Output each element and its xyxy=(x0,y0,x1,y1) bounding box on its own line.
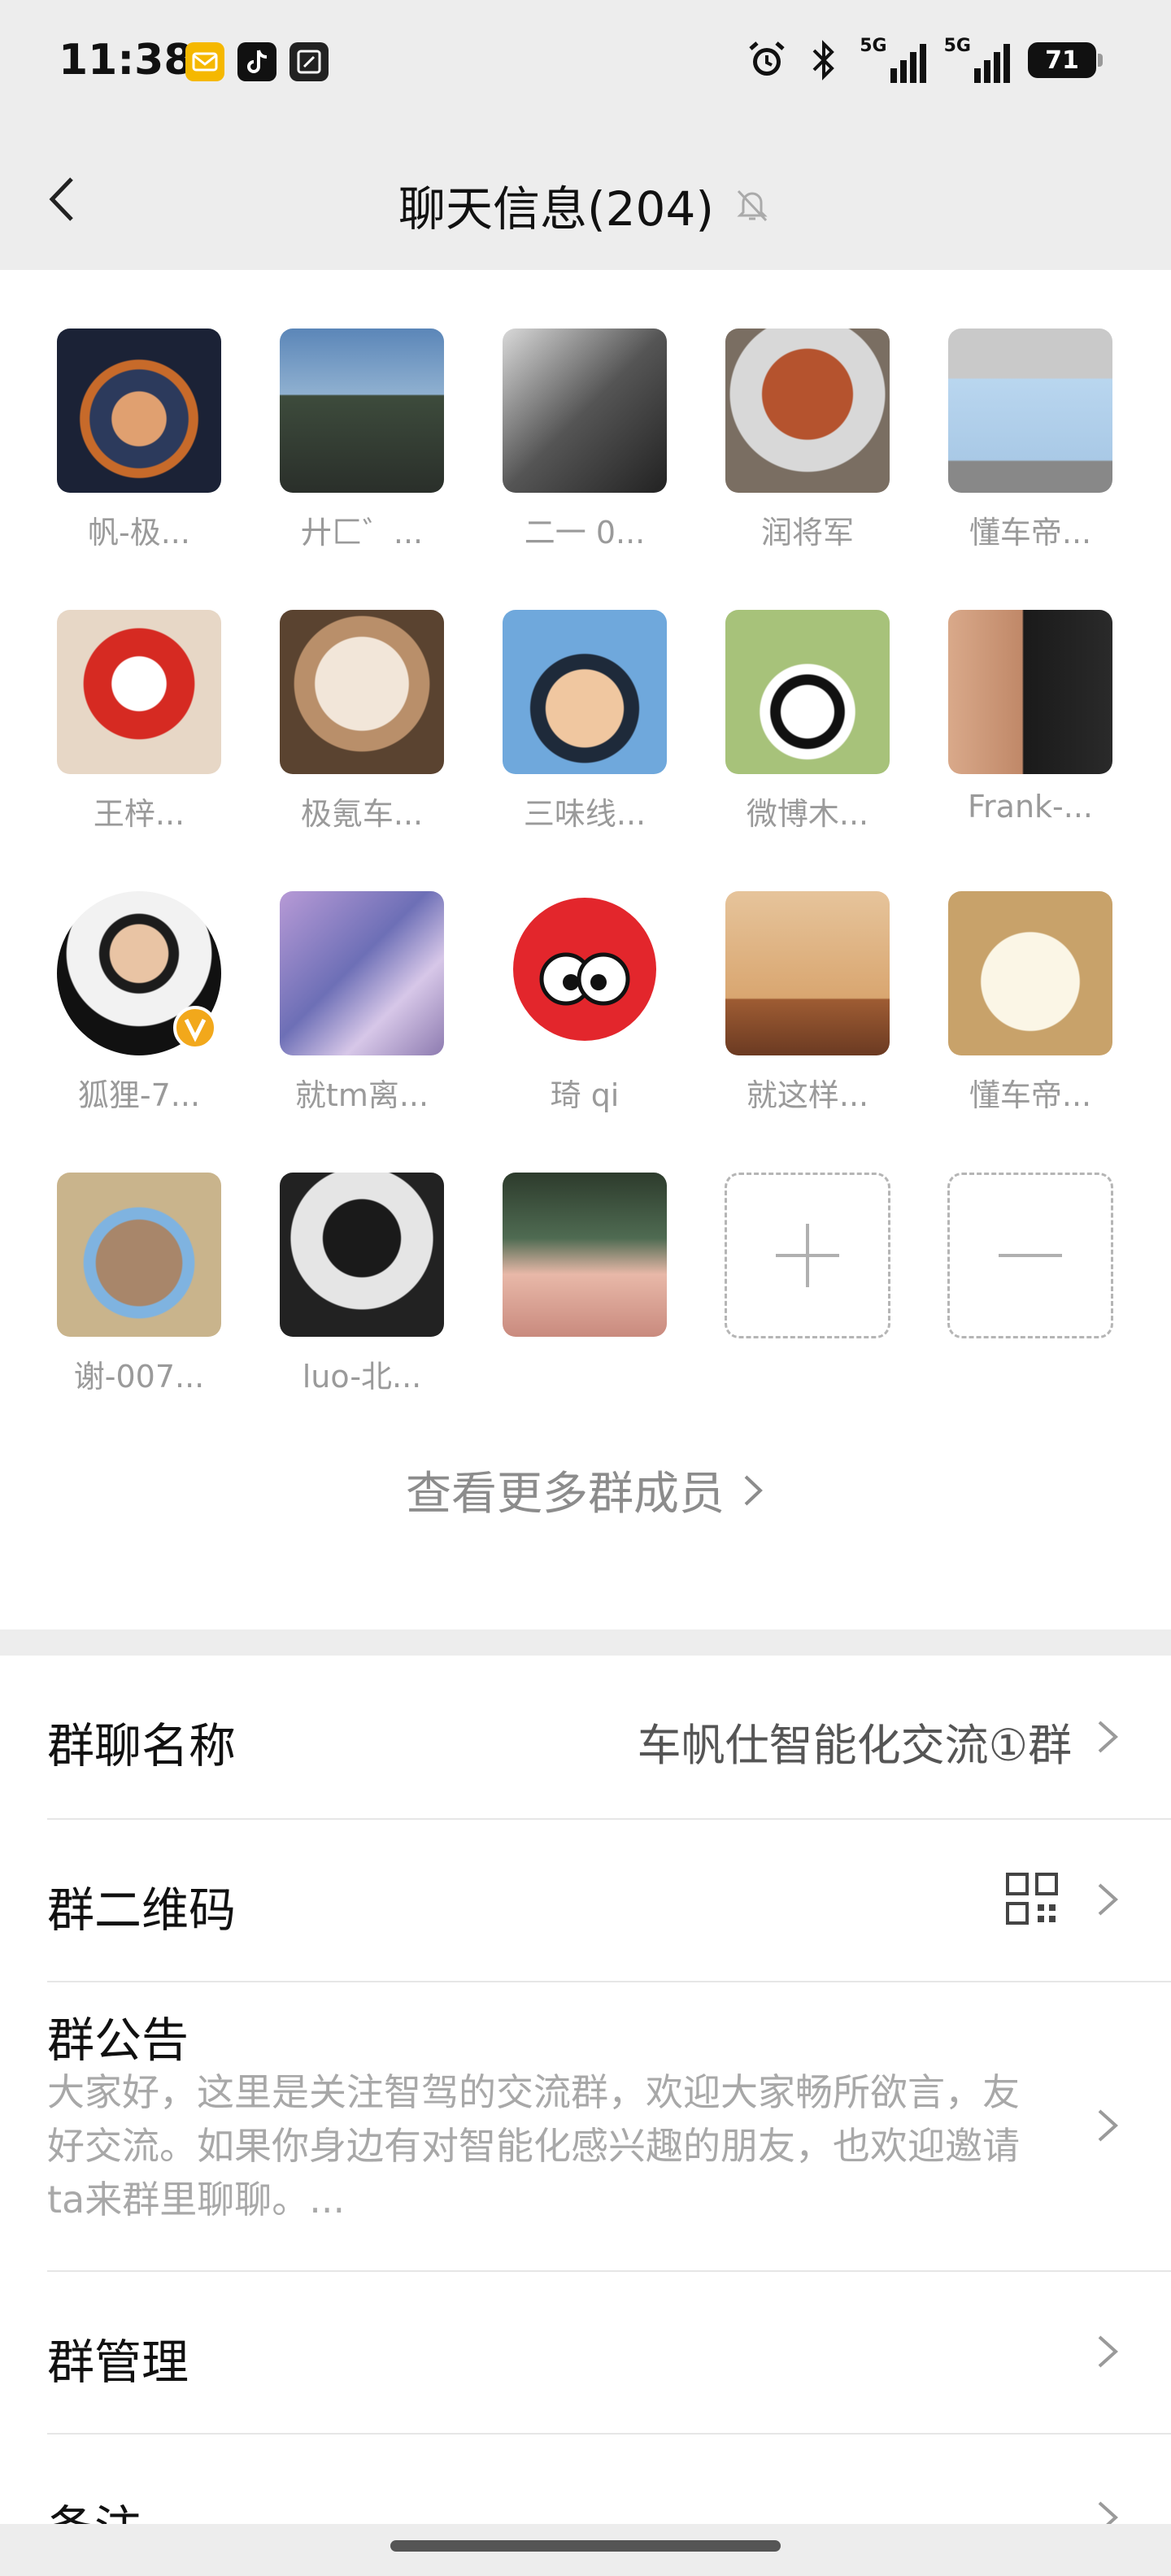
mail-app-icon xyxy=(185,42,224,81)
notes-app-icon xyxy=(289,42,329,81)
member-item[interactable]: 懂车帝... xyxy=(948,329,1112,610)
avatar xyxy=(503,329,667,493)
member-item[interactable] xyxy=(503,1173,667,1454)
member-name: 琦 qi xyxy=(550,1077,620,1113)
avatar xyxy=(280,329,444,493)
group-notice-text: 大家好，这里是关注智驾的交流群，欢迎大家畅所欲言，友好交流。如果你身边有对智能化… xyxy=(47,2070,1020,2221)
battery-indicator: 71 xyxy=(1028,42,1103,78)
member-name: 廾匚゛... xyxy=(300,515,424,550)
member-item[interactable]: Frank-... xyxy=(948,610,1112,891)
member-name: 就tm离... xyxy=(294,1077,429,1113)
avatar xyxy=(948,610,1112,774)
member-name: 二一 0... xyxy=(524,515,646,550)
avatar xyxy=(57,610,221,774)
muted-bell-icon xyxy=(737,189,768,222)
avatar xyxy=(503,1173,667,1337)
group-notice-row[interactable]: 群公告 大家好，这里是关注智驾的交流群，欢迎大家畅所欲言，友好交流。如果你身边有… xyxy=(47,1981,1171,2272)
verified-badge-icon xyxy=(173,1006,217,1050)
group-manage-label: 群管理 xyxy=(47,2334,189,2390)
group-name-label: 群聊名称 xyxy=(47,1718,237,1773)
group-name-value: 车帆仕智能化交流①群 xyxy=(637,1720,1072,1771)
member-section: 帆-极... 廾匚゛... 二一 0... 润将军 懂车帝... 王梓... 极… xyxy=(0,270,1171,1630)
avatar xyxy=(503,610,667,774)
avatar xyxy=(57,329,221,493)
member-name: 狐狸-7... xyxy=(77,1077,201,1113)
member-item[interactable]: 润将军 xyxy=(725,329,890,610)
group-manage-row[interactable]: 群管理 xyxy=(47,2270,1171,2435)
avatar xyxy=(725,891,890,1055)
chevron-right-icon xyxy=(1098,2109,1118,2142)
tiktok-app-icon xyxy=(237,42,276,81)
member-name: 王梓... xyxy=(93,796,185,832)
member-name: 三味线... xyxy=(523,796,646,832)
member-item[interactable]: 懂车帝... xyxy=(948,891,1112,1173)
member-name: luo-北... xyxy=(302,1359,422,1395)
avatar xyxy=(57,891,221,1055)
chevron-right-icon xyxy=(1098,2335,1118,2368)
status-bar: 11:38 5G 5G 71 xyxy=(0,0,1171,130)
member-item[interactable]: 王梓... xyxy=(57,610,221,891)
signal-1: 5G xyxy=(860,37,926,83)
group-name-row[interactable]: 群聊名称 车帆仕智能化交流①群 xyxy=(47,1656,1171,1820)
member-item[interactable]: 就tm离... xyxy=(280,891,444,1173)
avatar xyxy=(280,610,444,774)
bluetooth-icon xyxy=(812,40,835,80)
remove-member-button[interactable] xyxy=(947,1173,1113,1454)
member-name: Frank-... xyxy=(967,789,1094,825)
member-name: 就这样... xyxy=(746,1077,869,1113)
home-indicator[interactable] xyxy=(390,2540,781,2552)
member-item[interactable]: 三味线... xyxy=(503,610,667,891)
member-name: 懂车帝... xyxy=(969,515,1092,550)
group-qr-label: 群二维码 xyxy=(47,1882,237,1938)
member-item[interactable]: 二一 0... xyxy=(503,329,667,610)
member-grid: 帆-极... 廾匚゛... 二一 0... 润将军 懂车帝... 王梓... 极… xyxy=(57,329,1114,1454)
member-name: 微博木... xyxy=(746,796,869,832)
member-name: 极氪车... xyxy=(300,796,424,832)
member-name: 帆-极... xyxy=(88,515,190,550)
page-title: 聊天信息(204) xyxy=(398,181,714,237)
avatar xyxy=(948,891,1112,1055)
view-more-label: 查看更多群成员 xyxy=(406,1468,725,1521)
member-name: 润将军 xyxy=(760,515,854,550)
avatar xyxy=(280,1173,444,1337)
minus-icon xyxy=(999,1254,1062,1257)
chevron-right-icon xyxy=(1098,1721,1118,1753)
add-member-button[interactable] xyxy=(725,1173,890,1454)
member-item[interactable]: luo-北... xyxy=(280,1173,444,1454)
member-item[interactable]: 廾匚゛... xyxy=(280,329,444,610)
avatar xyxy=(725,329,890,493)
group-notice-label: 群公告 xyxy=(47,2012,189,2068)
avatar xyxy=(57,1173,221,1337)
member-name: 懂车帝... xyxy=(969,1077,1092,1113)
member-item[interactable]: 就这样... xyxy=(725,891,890,1173)
member-item[interactable]: 狐狸-7... xyxy=(57,891,221,1173)
view-more-members-link[interactable]: 查看更多群成员 xyxy=(0,1457,1171,1523)
avatar xyxy=(948,329,1112,493)
member-item[interactable]: 琦 qi xyxy=(503,891,667,1173)
nav-bar: 聊天信息(204) xyxy=(0,130,1171,270)
avatar xyxy=(725,610,890,774)
status-indicators: 5G 5G 71 xyxy=(746,36,1103,85)
avatar xyxy=(280,891,444,1055)
member-item[interactable]: 微博木... xyxy=(725,610,890,891)
member-item[interactable]: 帆-极... xyxy=(57,329,221,610)
chevron-right-icon xyxy=(744,1475,763,1505)
avatar xyxy=(503,891,667,1055)
signal-2: 5G xyxy=(944,37,1010,83)
alarm-icon xyxy=(749,41,785,76)
qr-code-icon xyxy=(1006,1873,1058,1925)
status-time: 11:38 xyxy=(59,36,194,85)
group-qr-row[interactable]: 群二维码 xyxy=(47,1818,1171,1982)
member-item[interactable]: 极氪车... xyxy=(280,610,444,891)
member-item[interactable]: 谢-007... xyxy=(57,1173,221,1454)
plus-icon xyxy=(776,1224,839,1287)
member-name: 谢-007... xyxy=(73,1359,205,1395)
settings-section: 群聊名称 车帆仕智能化交流①群 群二维码 群公告 大家好，这里是关注智驾的交流群… xyxy=(0,1656,1171,2576)
chevron-right-icon xyxy=(1098,1883,1118,1916)
home-indicator-bar xyxy=(0,2524,1171,2576)
